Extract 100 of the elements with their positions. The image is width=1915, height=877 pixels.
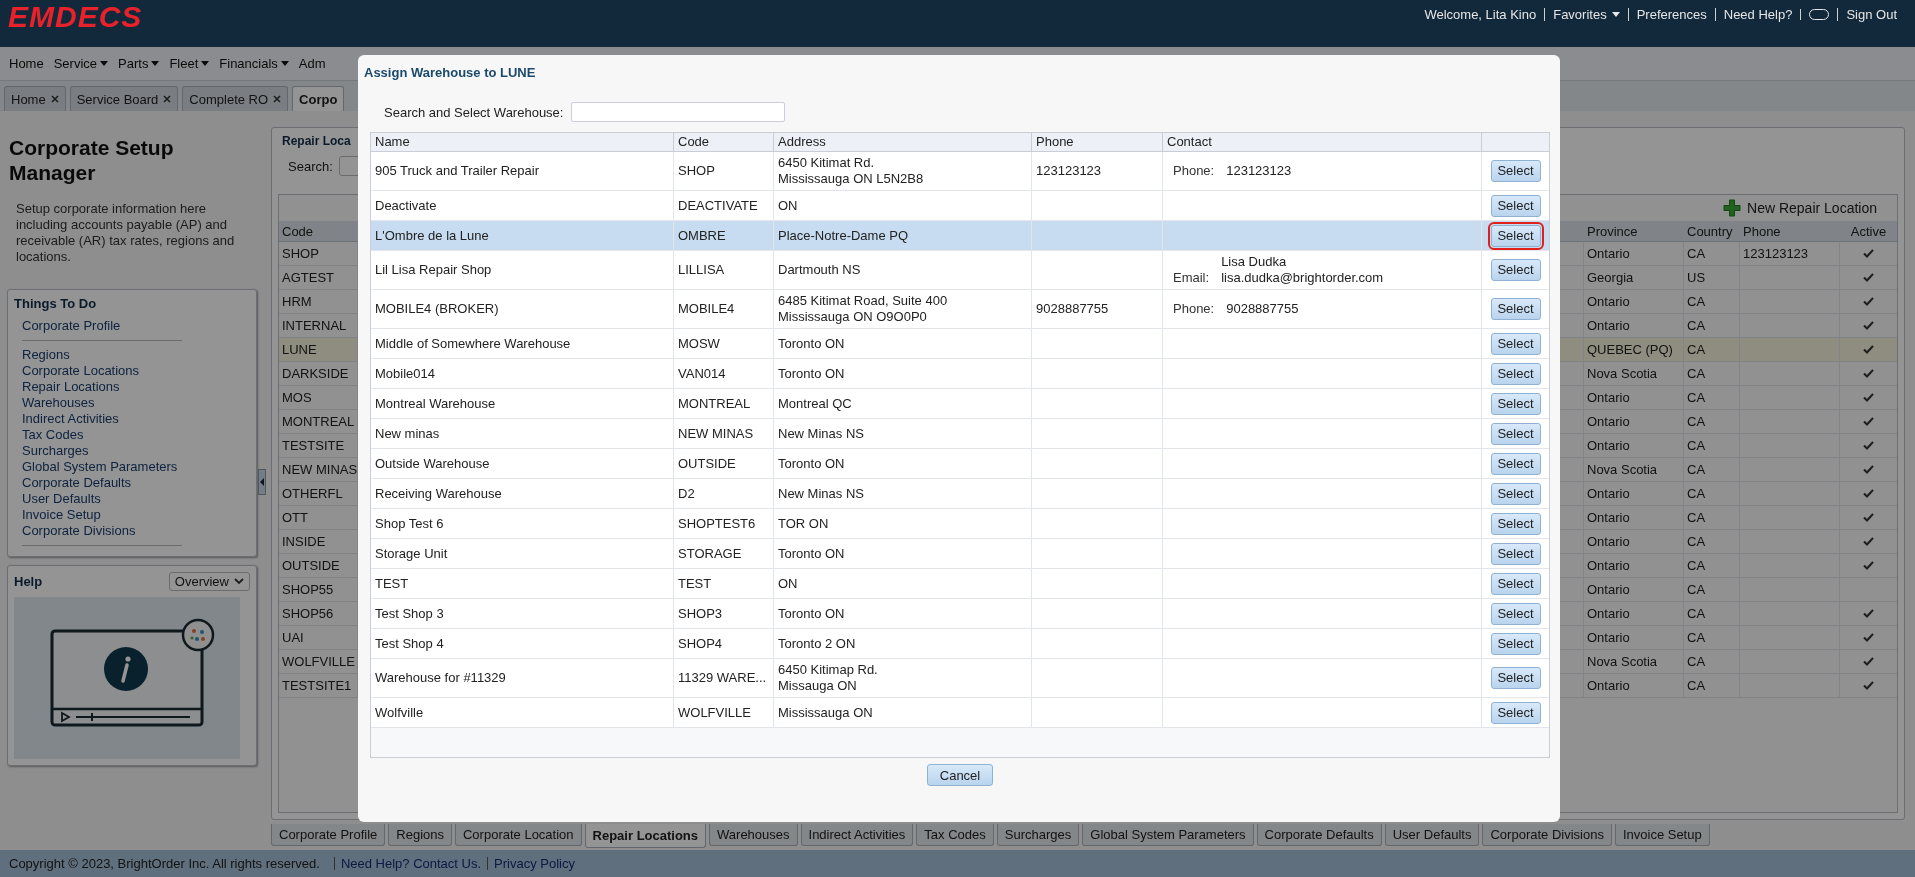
table-row[interactable]: TEST TEST ON Select: [371, 569, 1549, 599]
column-header[interactable]: Active: [1839, 221, 1897, 241]
column-header[interactable]: Phone: [1739, 221, 1839, 241]
table-row[interactable]: MOBILE4 (BROKER) MOBILE4 6485 Kitimat Road, Suite 400 Mississauga ON O9O0P0 9028887755 Phone: 9028887755 Select: [371, 290, 1549, 329]
select-button[interactable]: Select: [1490, 160, 1541, 182]
task-link[interactable]: Surcharges: [22, 443, 182, 459]
table-cell-text: UAI: [281, 629, 305, 647]
table-row[interactable]: Receiving Warehouse D2 New Minas NS Select: [371, 479, 1549, 509]
section-tab[interactable]: Corporate Profile: [271, 824, 386, 846]
open-tab[interactable]: Home: [4, 86, 66, 111]
task-link[interactable]: Corporate Divisions: [22, 523, 182, 539]
table-row[interactable]: 905 Truck and Trailer Repair SHOP 6450 Kitimat Rd. Mississauga ON L5N2B8 123123123 Phone: 123123123 Select: [371, 152, 1549, 191]
select-button[interactable]: Select: [1490, 667, 1541, 689]
help-topic-dropdown[interactable]: Overview: [168, 572, 250, 591]
task-link[interactable]: Corporate Profile: [22, 318, 182, 334]
select-button[interactable]: Select: [1490, 542, 1541, 565]
select-button[interactable]: Select: [1490, 224, 1541, 247]
table-row[interactable]: Outside Warehouse OUTSIDE Toronto ON Select: [371, 449, 1549, 479]
open-tab[interactable]: Corpo: [292, 86, 345, 111]
select-button[interactable]: Select: [1490, 422, 1541, 445]
section-tab[interactable]: Repair Locations: [584, 824, 707, 848]
select-button[interactable]: Select: [1490, 392, 1541, 415]
task-link[interactable]: Invoice Setup: [22, 507, 182, 523]
table-row[interactable]: Mobile014 VAN014 Toronto ON Select: [371, 359, 1549, 389]
select-button[interactable]: Select: [1490, 194, 1541, 217]
select-button[interactable]: Select: [1490, 259, 1541, 281]
nav-menu-item[interactable]: Parts: [113, 56, 165, 71]
select-button[interactable]: Select: [1490, 701, 1541, 724]
nav-menu-item[interactable]: Fleet: [164, 56, 215, 71]
task-link[interactable]: User Defaults: [22, 491, 182, 507]
section-tab[interactable]: Warehouses: [709, 824, 798, 846]
new-repair-location-button[interactable]: New Repair Location: [1723, 199, 1877, 217]
table-row[interactable]: Test Shop 3 SHOP3 Toronto ON Select: [371, 599, 1549, 629]
table-row[interactable]: L'Ombre de la Lune OMBRE Place-Notre-Dame PQ Select: [371, 221, 1549, 251]
collapse-handle[interactable]: [258, 469, 266, 495]
select-button[interactable]: Select: [1490, 482, 1541, 505]
table-row[interactable]: Test Shop 4 SHOP4 Toronto 2 ON Select: [371, 629, 1549, 659]
table-cell-text: New minas: [374, 424, 441, 443]
select-button[interactable]: Select: [1490, 298, 1541, 320]
section-tab[interactable]: Corporate Divisions: [1482, 824, 1612, 846]
section-tab[interactable]: Corporate Defaults: [1256, 824, 1382, 846]
nav-menu-item[interactable]: Adm: [293, 56, 331, 71]
close-icon[interactable]: [50, 95, 59, 103]
favorites-menu[interactable]: Favorites: [1544, 8, 1628, 21]
header-link[interactable]: Need Help?: [1714, 8, 1801, 21]
nav-menu-item[interactable]: Home: [4, 56, 49, 71]
task-link[interactable]: Repair Locations: [22, 379, 182, 395]
select-button[interactable]: Select: [1490, 362, 1541, 385]
task-link[interactable]: Warehouses: [22, 395, 182, 411]
section-tab[interactable]: Surcharges: [996, 824, 1080, 846]
select-button[interactable]: Select: [1490, 332, 1541, 355]
table-row[interactable]: New minas NEW MINAS New Minas NS Select: [371, 419, 1549, 449]
nav-menu-item[interactable]: Service: [48, 56, 114, 71]
table-row[interactable]: Shop Test 6 SHOPTEST6 TOR ON Select: [371, 509, 1549, 539]
table-row[interactable]: Wolfville WOLFVILLE Mississauga ON Select: [371, 698, 1549, 728]
task-link[interactable]: Indirect Activities: [22, 411, 182, 427]
task-link[interactable]: Global System Parameters: [22, 459, 182, 475]
select-button[interactable]: Select: [1490, 632, 1541, 655]
welcome-text: Welcome, Lita Kino: [1423, 8, 1538, 21]
open-tab[interactable]: Service Board: [69, 86, 179, 111]
contact-label: Email:: [1173, 270, 1210, 286]
search-field[interactable]: [571, 102, 786, 122]
table-cell: Montreal QC: [773, 389, 1031, 418]
table-row[interactable]: Lil Lisa Repair Shop LILLISA Dartmouth NS Email: Lisa Dudka lisa.dudka@brightorder.com Select: [371, 251, 1549, 290]
column-header[interactable]: Address: [773, 133, 1031, 151]
task-link[interactable]: Regions: [22, 347, 182, 363]
section-tab[interactable]: Regions: [388, 824, 452, 846]
select-button[interactable]: Select: [1490, 512, 1541, 535]
table-row[interactable]: Middle of Somewhere Warehouse MOSW Toronto ON Select: [371, 329, 1549, 359]
column-header[interactable]: Code: [673, 133, 773, 151]
section-tab[interactable]: Indirect Activities: [800, 824, 914, 846]
section-tab[interactable]: Corporate Location: [455, 824, 582, 846]
cancel-button[interactable]: Cancel: [926, 764, 994, 786]
header-link[interactable]: Sign Out: [1837, 8, 1905, 21]
column-header[interactable]: Province: [1583, 221, 1683, 241]
nav-menu-item[interactable]: Financials: [214, 56, 294, 71]
table-row[interactable]: Deactivate DEACTIVATE ON Select: [371, 191, 1549, 221]
section-tab[interactable]: Invoice Setup: [1614, 824, 1710, 846]
column-header[interactable]: Code: [279, 221, 357, 241]
select-button[interactable]: Select: [1490, 572, 1541, 595]
table-row[interactable]: Storage Unit STORAGE Toronto ON Select: [371, 539, 1549, 569]
column-header[interactable]: Name: [371, 133, 673, 151]
select-button[interactable]: Select: [1490, 602, 1541, 625]
table-cell: Toronto ON: [773, 329, 1031, 358]
section-tab[interactable]: Tax Codes: [916, 824, 994, 846]
open-tab[interactable]: Complete RO: [182, 86, 289, 111]
column-header[interactable]: Country: [1683, 221, 1739, 241]
column-header[interactable]: Phone: [1031, 133, 1162, 151]
header-link[interactable]: Preferences: [1627, 8, 1715, 21]
column-header[interactable]: Contact: [1162, 133, 1481, 151]
table-cell: Nova Scotia: [1583, 650, 1683, 673]
task-link[interactable]: Corporate Defaults: [22, 475, 182, 491]
task-link[interactable]: Tax Codes: [22, 427, 182, 443]
select-button[interactable]: Select: [1490, 452, 1541, 475]
close-icon[interactable]: [163, 95, 172, 103]
table-row[interactable]: Montreal Warehouse MONTREAL Montreal QC Select: [371, 389, 1549, 419]
close-icon[interactable]: [273, 95, 282, 103]
task-link[interactable]: Corporate Locations: [22, 363, 182, 379]
section-tab[interactable]: Global System Parameters: [1082, 824, 1254, 846]
section-tab[interactable]: User Defaults: [1384, 824, 1480, 846]
